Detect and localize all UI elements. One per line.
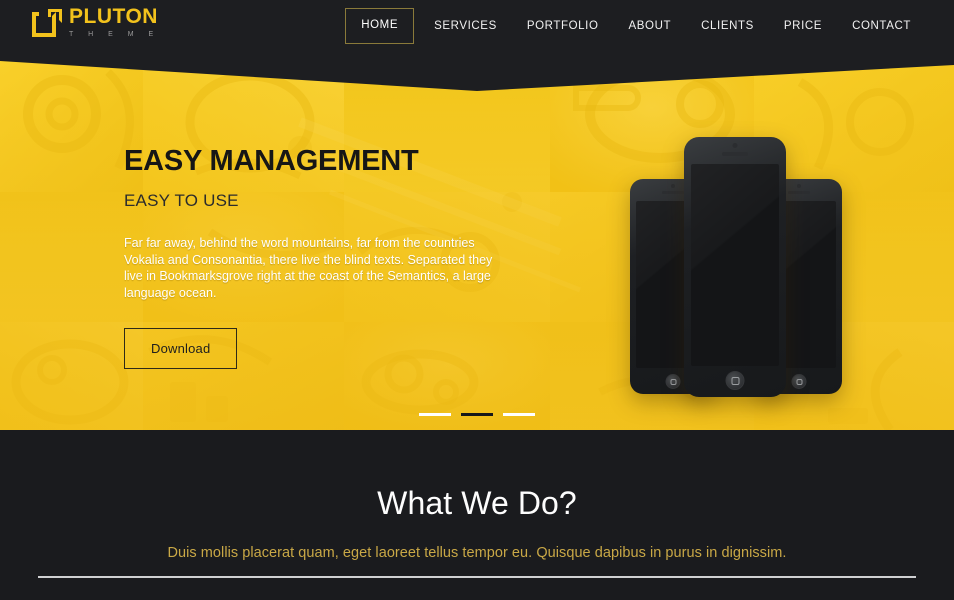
home-button-icon <box>665 374 681 389</box>
nav-item-portfolio[interactable]: PORTFOLIO <box>512 0 614 52</box>
nav-item-clients[interactable]: CLIENTS <box>686 0 769 52</box>
home-button-icon <box>725 371 745 390</box>
home-button-icon <box>791 374 807 389</box>
logo[interactable]: PLUTON T H E M E <box>32 6 160 40</box>
section-divider <box>38 576 916 578</box>
hero-title: EASY MANAGEMENT <box>124 145 419 177</box>
hero-top-notch <box>0 52 954 91</box>
download-button[interactable]: Download <box>124 328 238 369</box>
phone-center <box>684 137 786 397</box>
hero-content: EASY MANAGEMENT EASY TO USE Far far away… <box>124 144 544 369</box>
hero-subtitle: EASY TO USE <box>124 191 239 210</box>
page-root: PLUTON T H E M E HOME SERVICES PORTFOLIO… <box>0 0 954 600</box>
nav-item-services[interactable]: SERVICES <box>419 0 512 52</box>
bracket-square-icon <box>32 9 62 37</box>
logo-name: PLUTON <box>69 5 158 28</box>
phone-mockups <box>612 137 852 427</box>
nav-item-contact[interactable]: CONTACT <box>837 0 926 52</box>
slider-dot-3[interactable] <box>503 413 535 416</box>
nav-item-home[interactable]: HOME <box>345 8 415 44</box>
slider-dot-1[interactable] <box>419 413 451 416</box>
slider-dot-2[interactable] <box>461 413 493 416</box>
what-we-do-section: What We Do? Duis mollis placerat quam, e… <box>0 430 954 600</box>
hero-slider: EASY MANAGEMENT EASY TO USE Far far away… <box>0 52 954 430</box>
main-navigation: HOME SERVICES PORTFOLIO ABOUT CLIENTS PR… <box>345 0 926 52</box>
nav-item-price[interactable]: PRICE <box>769 0 837 52</box>
slider-pagination <box>0 413 954 416</box>
section-subtitle: Duis mollis placerat quam, eget laoreet … <box>167 545 787 561</box>
section-title: What We Do? <box>377 485 577 521</box>
nav-item-about[interactable]: ABOUT <box>614 0 687 52</box>
site-header: PLUTON T H E M E HOME SERVICES PORTFOLIO… <box>0 0 954 52</box>
hero-description: Far far away, behind the word mountains,… <box>124 236 493 300</box>
logo-tagline: T H E M E <box>69 31 160 38</box>
logo-text: PLUTON T H E M E <box>69 6 160 40</box>
